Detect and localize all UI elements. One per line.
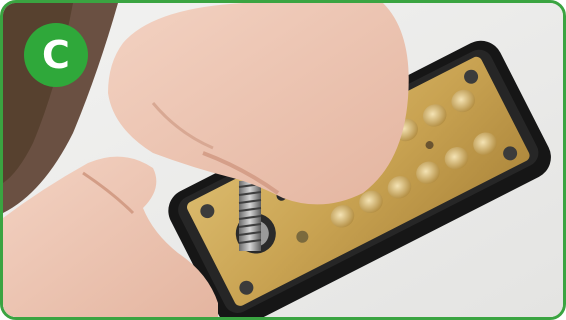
step-letter: C xyxy=(42,33,70,77)
spindle-spring xyxy=(238,181,262,251)
step-photo-frame: C xyxy=(0,0,566,320)
step-badge: C xyxy=(24,23,88,87)
